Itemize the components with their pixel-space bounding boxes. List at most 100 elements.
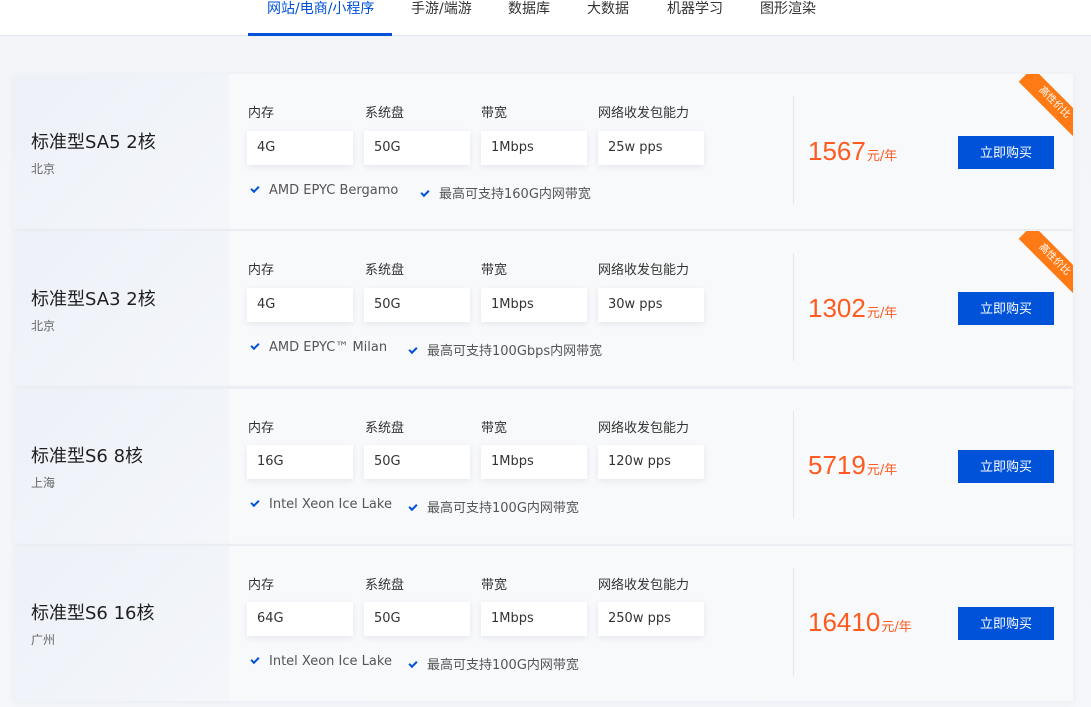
product-card: 标准型S6 16核 广州 内存 系统盘 带宽 网络收发包能力 64G 50G 1…	[14, 546, 1073, 701]
product-list: 标准型SA5 2核 北京 内存 系统盘 带宽 网络收发包能力 4G 50G 1M…	[0, 37, 1091, 707]
disk-value: 50G	[364, 131, 470, 165]
disk-value: 50G	[364, 602, 470, 636]
pps-label: 网络收发包能力	[598, 106, 690, 121]
check-icon	[250, 497, 260, 508]
price: 5719元/年	[808, 450, 897, 481]
check-icon	[420, 187, 430, 198]
feature-cpu: Intel Xeon Ice Lake	[250, 654, 392, 669]
memory-label: 内存	[248, 578, 275, 593]
bandwidth-value: 1Mbps	[481, 602, 587, 636]
feature-network-text: 最高可支持100G内网带宽	[427, 658, 579, 673]
feature-cpu: AMD EPYC Bergamo	[250, 183, 399, 198]
feature-network: 最高可支持100G内网带宽	[408, 497, 579, 516]
product-name: 标准型S6 8核	[31, 446, 144, 467]
price: 1567元/年	[808, 136, 897, 167]
feature-cpu-text: Intel Xeon Ice Lake	[269, 654, 392, 669]
price: 1302元/年	[808, 293, 897, 324]
price: 16410元/年	[808, 607, 912, 638]
product-name: 标准型S6 16核	[31, 603, 155, 624]
product-card: 标准型SA3 2核 北京 内存 系统盘 带宽 网络收发包能力 4G 50G 1M…	[14, 231, 1073, 386]
price-unit: 元/年	[881, 620, 912, 635]
memory-label: 内存	[248, 421, 275, 436]
product-header: 标准型SA5 2核 北京	[14, 74, 229, 229]
memory-value: 4G	[247, 131, 353, 165]
tab-bigdata[interactable]: 大数据	[587, 0, 629, 36]
check-icon	[408, 658, 418, 669]
feature-network-text: 最高可支持100G内网带宽	[427, 501, 579, 516]
check-icon	[250, 183, 260, 194]
check-icon	[250, 654, 260, 665]
feature-network: 最高可支持160G内网带宽	[420, 183, 591, 202]
pps-label: 网络收发包能力	[598, 421, 690, 436]
memory-value: 16G	[247, 445, 353, 479]
feature-cpu-text: AMD EPYC™ Milan	[269, 340, 388, 355]
product-name: 标准型SA3 2核	[31, 289, 156, 310]
tab-database[interactable]: 数据库	[508, 0, 550, 36]
tab-website[interactable]: 网站/电商/小程序	[247, 0, 393, 36]
product-region: 广州	[31, 633, 56, 647]
check-icon	[408, 344, 418, 355]
value-badge: 高性价比	[1018, 231, 1073, 296]
bandwidth-label: 带宽	[481, 421, 508, 436]
bandwidth-value: 1Mbps	[481, 445, 587, 479]
product-header: 标准型S6 8核 上海	[14, 389, 229, 544]
product-region: 上海	[31, 476, 56, 490]
product-name: 标准型SA5 2核	[31, 132, 156, 153]
check-icon	[250, 340, 260, 351]
buy-now-button[interactable]: 立即购买	[958, 292, 1054, 325]
divider	[793, 253, 794, 361]
disk-value: 50G	[364, 288, 470, 322]
bandwidth-value: 1Mbps	[481, 131, 587, 165]
bandwidth-label: 带宽	[481, 106, 508, 121]
tab-graphics-rendering[interactable]: 图形渲染	[760, 0, 816, 36]
memory-label: 内存	[248, 263, 275, 278]
pps-label: 网络收发包能力	[598, 578, 690, 593]
category-tabs: 网站/电商/小程序 手游/端游 数据库 大数据 机器学习 图形渲染	[0, 0, 1091, 36]
feature-network-text: 最高可支持160G内网带宽	[439, 187, 591, 202]
price-unit: 元/年	[866, 306, 898, 321]
memory-value: 64G	[247, 602, 353, 636]
tab-machine-learning[interactable]: 机器学习	[667, 0, 723, 36]
feature-cpu: AMD EPYC™ Milan	[250, 340, 388, 355]
pps-value: 30w pps	[598, 288, 704, 322]
bandwidth-label: 带宽	[481, 578, 508, 593]
divider	[793, 96, 794, 204]
pps-value: 120w pps	[598, 445, 704, 479]
product-region: 北京	[31, 162, 56, 176]
value-badge: 高性价比	[1018, 74, 1073, 139]
pps-label: 网络收发包能力	[598, 263, 690, 278]
disk-label: 系统盘	[365, 578, 405, 593]
tab-games[interactable]: 手游/端游	[411, 0, 472, 36]
price-value: 5719	[808, 450, 866, 480]
divider	[793, 411, 794, 519]
memory-label: 内存	[248, 106, 275, 121]
feature-cpu-text: AMD EPYC Bergamo	[269, 183, 399, 198]
disk-value: 50G	[364, 445, 470, 479]
buy-now-button[interactable]: 立即购买	[958, 136, 1054, 169]
feature-network-text: 最高可支持100Gbps内网带宽	[427, 344, 603, 359]
price-value: 1302	[808, 293, 866, 323]
feature-cpu: Intel Xeon Ice Lake	[250, 497, 392, 512]
check-icon	[408, 501, 418, 512]
buy-now-button[interactable]: 立即购买	[958, 607, 1054, 640]
memory-value: 4G	[247, 288, 353, 322]
price-unit: 元/年	[866, 463, 898, 478]
buy-now-button[interactable]: 立即购买	[958, 450, 1054, 483]
bandwidth-label: 带宽	[481, 263, 508, 278]
product-card: 标准型SA5 2核 北京 内存 系统盘 带宽 网络收发包能力 4G 50G 1M…	[14, 74, 1073, 229]
pps-value: 250w pps	[598, 602, 704, 636]
divider	[793, 568, 794, 676]
disk-label: 系统盘	[365, 263, 405, 278]
product-region: 北京	[31, 319, 56, 333]
product-header: 标准型SA3 2核 北京	[14, 231, 229, 386]
feature-network: 最高可支持100Gbps内网带宽	[408, 340, 603, 359]
bandwidth-value: 1Mbps	[481, 288, 587, 322]
pps-value: 25w pps	[598, 131, 704, 165]
price-unit: 元/年	[866, 149, 898, 164]
product-header: 标准型S6 16核 广州	[14, 546, 229, 701]
price-value: 1567	[808, 136, 866, 166]
disk-label: 系统盘	[365, 421, 405, 436]
price-value: 16410	[808, 607, 881, 637]
feature-cpu-text: Intel Xeon Ice Lake	[269, 497, 392, 512]
product-card: 标准型S6 8核 上海 内存 系统盘 带宽 网络收发包能力 16G 50G 1M…	[14, 389, 1073, 544]
